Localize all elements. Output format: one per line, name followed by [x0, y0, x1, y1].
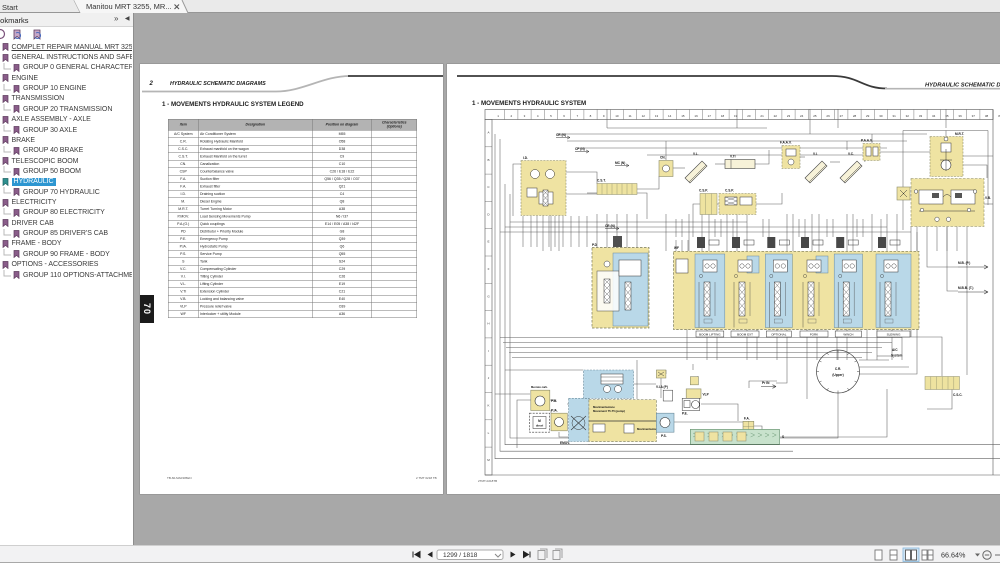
svg-text:29: 29	[866, 114, 870, 118]
svg-text:13: 13	[655, 114, 659, 118]
svg-text:C.S.P.: C.S.P.	[725, 188, 734, 192]
svg-text:37: 37	[972, 114, 976, 118]
svg-text:36: 36	[959, 114, 963, 118]
svg-text:22: 22	[774, 114, 778, 118]
svg-text:16: 16	[695, 114, 699, 118]
svg-text:A/C: A/C	[892, 348, 898, 352]
svg-text:V.TI: V.TI	[730, 154, 736, 158]
svg-text:P.D: P.D	[592, 243, 598, 247]
svg-text:Mercato carb.: Mercato carb.	[531, 385, 548, 389]
svg-text:25: 25	[814, 114, 818, 118]
svg-text:27: 27	[840, 114, 844, 118]
svg-text:A: A	[488, 130, 490, 134]
svg-text:17: 17	[708, 114, 712, 118]
svg-text:C.S.C.: C.S.C.	[953, 393, 963, 397]
svg-text:20: 20	[748, 114, 752, 118]
svg-text:K: K	[488, 403, 490, 407]
svg-text:BOOM EXT: BOOM EXT	[737, 332, 753, 336]
svg-text:P.E.: P.E.	[682, 411, 688, 415]
svg-text:P.IA.: P.IA.	[551, 408, 558, 412]
svg-text:11: 11	[629, 114, 632, 118]
svg-text:VLP: VLP	[703, 392, 710, 396]
svg-text:E: E	[488, 239, 490, 243]
svg-text:H: H	[488, 321, 490, 325]
svg-text:OPTIONAL: OPTIONAL	[772, 332, 788, 336]
svg-text:C.S.T.: C.S.T.	[597, 178, 606, 182]
svg-text:V.B.: V.B.	[985, 196, 991, 200]
svg-text:I.D.: I.D.	[523, 156, 528, 160]
svg-text:1 - MOVEMENTS HYDRAULIC SYSTEM: 1 - MOVEMENTS HYDRAULIC SYSTEM	[472, 100, 586, 107]
svg-text:M.B.B. (T.): M.B.B. (T.)	[958, 286, 973, 290]
svg-text:34: 34	[932, 114, 936, 118]
svg-text:V.L.: V.L.	[693, 152, 699, 156]
svg-text:F: F	[488, 267, 490, 271]
svg-text:P.S.: P.S.	[661, 434, 667, 438]
svg-text:32: 32	[906, 114, 910, 118]
svg-text:12: 12	[642, 114, 646, 118]
svg-text:15: 15	[682, 114, 686, 118]
svg-text:MC (N): MC (N)	[615, 161, 625, 165]
svg-text:14: 14	[668, 114, 672, 118]
svg-text:EMOV.: EMOV.	[560, 441, 570, 445]
svg-text:V.I.A (P): V.I.A (P)	[656, 385, 668, 389]
svg-text:P.A.A.V.: P.A.A.V.	[861, 138, 873, 142]
svg-text:2 TMT 0218 TB: 2 TMT 0218 TB	[416, 476, 437, 480]
svg-text:(Upper): (Upper)	[833, 373, 844, 377]
svg-text:F.A.A.V.: F.A.A.V.	[780, 140, 792, 144]
svg-text:Movement 75-75 (pump): Movement 75-75 (pump)	[593, 409, 625, 413]
svg-text:1 - MOVEMENTS HYDRAULIC SYSTEM: 1 - MOVEMENTS HYDRAULIC SYSTEM LEGEND	[162, 101, 304, 108]
svg-text:31: 31	[893, 114, 897, 118]
svg-text:WINCH: WINCH	[844, 332, 854, 336]
svg-text:M.B. (P.): M.B. (P.)	[958, 261, 970, 265]
svg-text:26: 26	[827, 114, 831, 118]
svg-text:30: 30	[880, 114, 884, 118]
svg-text:C.R.: C.R.	[835, 367, 841, 371]
svg-text:SLEWING: SLEWING	[887, 332, 902, 336]
svg-text:23: 23	[787, 114, 791, 118]
svg-text:HYDRAULIC SCHEMATIC DIAGRAMS: HYDRAULIC SCHEMATIC DIAGRAMS	[170, 81, 266, 87]
svg-text:2: 2	[149, 81, 154, 87]
svg-text:CN.: CN.	[660, 155, 666, 159]
svg-text:WF: WF	[674, 246, 679, 250]
svg-text:F.A.: F.A.	[744, 416, 750, 420]
svg-text:1299 / 1818: 1299 / 1818	[443, 552, 478, 559]
svg-text:diesel: diesel	[536, 423, 544, 427]
svg-text:CR (N): CR (N)	[556, 133, 566, 137]
svg-text:M.R.T.: M.R.T.	[955, 132, 964, 136]
svg-text:TB-60-MA0305EN: TB-60-MA0305EN	[167, 476, 192, 480]
svg-text:28: 28	[853, 114, 857, 118]
svg-text:2TMT-0218TB: 2TMT-0218TB	[478, 479, 497, 483]
svg-text:V.C.: V.C.	[848, 152, 854, 156]
svg-text:Manitou MRT 3255, MR...: Manitou MRT 3255, MR...	[86, 2, 172, 11]
svg-text:33: 33	[919, 114, 923, 118]
svg-text:18: 18	[721, 114, 725, 118]
svg-text:66.64%: 66.64%	[941, 551, 966, 560]
svg-text:P.M.: P.M.	[551, 399, 557, 403]
svg-text:38: 38	[985, 114, 989, 118]
svg-text:B: B	[488, 157, 490, 161]
svg-text:CP (N): CP (N)	[575, 147, 585, 151]
svg-text:Movimentazione: Movimentazione	[637, 427, 659, 431]
svg-text:10: 10	[616, 114, 620, 118]
svg-text:System: System	[891, 353, 903, 357]
svg-text:Pr IN: Pr IN	[762, 381, 770, 385]
svg-text:V.I.: V.I.	[813, 152, 818, 156]
svg-text:C.S.P.: C.S.P.	[699, 188, 708, 192]
svg-text:S: S	[782, 435, 784, 439]
svg-text:CR (N): CR (N)	[605, 224, 615, 228]
svg-text:M: M	[538, 419, 541, 423]
svg-text:24: 24	[800, 114, 804, 118]
svg-text:BOOM LIFTING: BOOM LIFTING	[699, 332, 721, 336]
svg-text:FORK: FORK	[810, 332, 818, 336]
svg-text:21: 21	[761, 114, 765, 118]
svg-text:HYDRAULIC SCHEMATIC DIA: HYDRAULIC SCHEMATIC DIA	[925, 82, 1000, 88]
